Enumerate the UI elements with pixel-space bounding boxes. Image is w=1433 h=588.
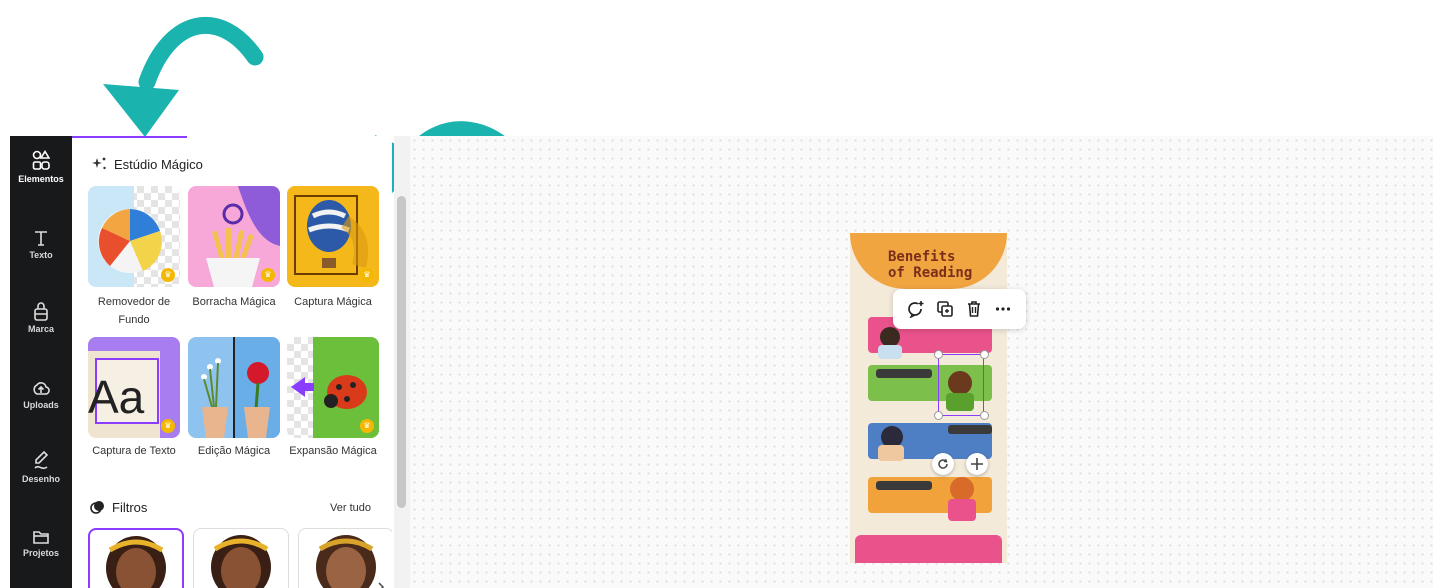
flowers-image (201, 337, 280, 438)
text-icon (35, 231, 47, 246)
sidebar-item-desenho[interactable]: Desenho (10, 450, 72, 484)
panel-scrollbar[interactable] (397, 196, 406, 508)
elements-icon (32, 150, 50, 170)
see-all-link[interactable]: Ver tudo (330, 502, 371, 514)
filters-title: Filtros (112, 500, 148, 515)
portrait-thumb (211, 535, 271, 588)
rotate-icon (938, 458, 948, 469)
folder-icon (33, 531, 49, 544)
tool-magic-eraser[interactable]: ♛ (188, 186, 280, 287)
trash-icon (968, 301, 981, 317)
magic-studio-title: Estúdio Mágico (114, 156, 203, 172)
filter-icon (90, 501, 104, 514)
filters-header: Filtros (90, 500, 147, 515)
tool-label: Captura de Texto (92, 445, 176, 457)
sidebar-item-label: Uploads (23, 400, 59, 410)
tool-label: Edição Mágica (197, 445, 271, 457)
tool-label: Expansão Mágica (289, 445, 377, 457)
filter-thumbnail[interactable] (193, 528, 289, 588)
upload-icon (33, 382, 50, 395)
sidebar-item-uploads[interactable]: Uploads (10, 378, 72, 410)
tool-label: Captura Mágica (294, 296, 372, 308)
more-icon (996, 307, 1011, 311)
svg-text:Aa: Aa (88, 371, 145, 423)
tool-magic-expand[interactable]: ♛ (287, 337, 379, 438)
resize-handle[interactable] (980, 350, 989, 359)
elements-panel: Estúdio Mágico ♛ Removedor de Fundo ♛ Bo… (72, 136, 392, 588)
tool-magic-grab[interactable]: ♛ (287, 186, 379, 287)
sparkle-icon (92, 157, 106, 170)
draw-icon (34, 450, 49, 470)
duplicate-icon (937, 301, 953, 317)
sidebar-rail: Elementos Texto Marca Uploads Desenho Pr… (10, 136, 72, 588)
element-toolbar (893, 289, 1026, 329)
resize-handle[interactable] (934, 411, 943, 420)
screen: Elementos Texto Marca Uploads Desenho Pr… (0, 0, 1433, 588)
sidebar-item-label: Desenho (21, 474, 60, 484)
sidebar-item-label: Elementos (18, 174, 64, 184)
filter-thumbnail[interactable] (298, 528, 392, 588)
tool-background-remover[interactable]: ♛ (88, 186, 180, 287)
pro-crown-icon: ♛ (161, 419, 175, 433)
move-button[interactable] (966, 453, 988, 475)
magic-studio-header: Estúdio Mágico (90, 156, 203, 172)
sidebar-item-label: Marca (27, 324, 54, 334)
tool-label: Removedor de Fundo (97, 296, 171, 326)
sidebar-item-elementos[interactable]: Elementos (10, 150, 72, 184)
pro-crown-icon: ♛ (261, 268, 275, 282)
resize-handle[interactable] (934, 350, 943, 359)
pro-crown-icon: ♛ (360, 419, 374, 433)
tool-magic-edit[interactable] (188, 337, 280, 438)
selection-box[interactable] (938, 354, 984, 416)
sidebar-item-marca[interactable]: Marca (10, 302, 72, 334)
sidebar-item-projetos[interactable]: Projetos (10, 528, 72, 558)
portrait-thumb (316, 535, 385, 588)
comment-button[interactable] (905, 298, 927, 320)
duplicate-button[interactable] (934, 298, 956, 320)
arrow-annotation-icon (103, 16, 264, 137)
delete-button[interactable] (963, 298, 985, 320)
move-icon (971, 458, 983, 470)
comment-add-icon (907, 301, 924, 318)
pro-crown-icon: ♛ (360, 268, 374, 282)
brand-icon (34, 302, 48, 321)
filter-thumbnail[interactable] (88, 528, 184, 588)
more-button[interactable] (992, 298, 1014, 320)
active-indicator (72, 136, 187, 138)
tool-label: Borracha Mágica (192, 296, 276, 308)
design-footer (855, 535, 1002, 563)
sidebar-item-label: Projetos (22, 548, 59, 558)
chevron-right-icon (378, 582, 385, 588)
sidebar-item-label: Texto (29, 250, 53, 260)
tool-text-grab[interactable]: Aa ♛ (88, 337, 180, 438)
rotate-button[interactable] (932, 453, 954, 475)
resize-handle[interactable] (980, 411, 989, 420)
pro-crown-icon: ♛ (161, 268, 175, 282)
portrait-thumb (106, 536, 166, 588)
sidebar-item-texto[interactable]: Texto (10, 228, 72, 260)
